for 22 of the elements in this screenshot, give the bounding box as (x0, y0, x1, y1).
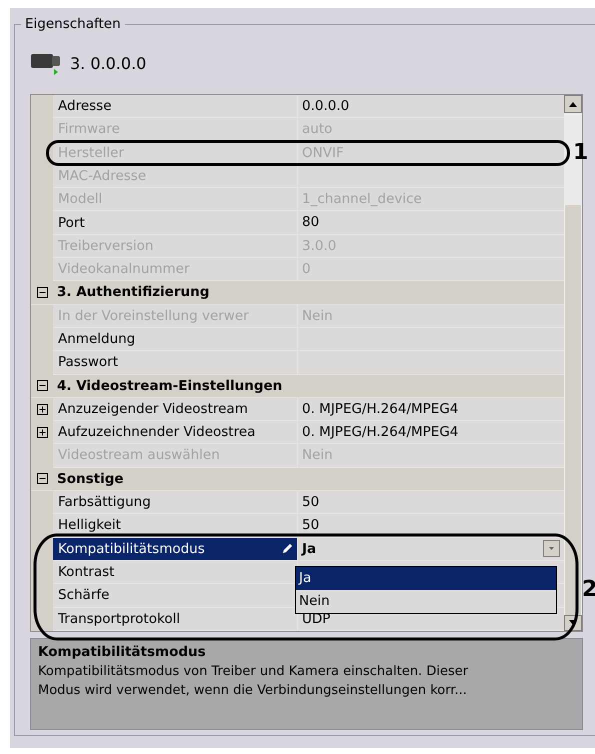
property-value: 80 (301, 213, 320, 232)
property-value: Nein (301, 306, 334, 326)
description-title: Kompatibilitätsmodus (38, 642, 207, 662)
property-value: ONVIF (301, 144, 345, 163)
property-value: 50 (301, 493, 320, 512)
device-label: 3. 0.0.0.0 (70, 54, 146, 74)
property-value: 3.0.0 (301, 236, 338, 256)
property-value: 0. MJPEG/H.264/MPEG4 (301, 423, 460, 442)
description-text: Kompatibilitätsmodus von Treiber und Kamera einschalten. Dieser (38, 662, 470, 681)
group-title: Eigenschaften (21, 15, 125, 33)
property-value: auto (301, 120, 334, 140)
property-value: 0.0.0.0 (301, 97, 350, 116)
category-label: Sonstige (56, 470, 124, 489)
description-text: Modus wird verwendet, wenn die Verbindungseinstellungen korr... (38, 682, 468, 700)
annotation-label: 1 (573, 140, 588, 166)
property-value: Nein (301, 446, 334, 466)
property-value: 0. MJPEG/H.264/MPEG4 (301, 400, 460, 419)
category-label: 3. Authentifizierung (56, 283, 210, 302)
property-value: 50 (301, 516, 320, 536)
property-value: 0 (301, 260, 312, 280)
category-label: 4. Videostream-Einstellungen (56, 376, 282, 396)
property-value: 1_channel_device (301, 190, 423, 210)
